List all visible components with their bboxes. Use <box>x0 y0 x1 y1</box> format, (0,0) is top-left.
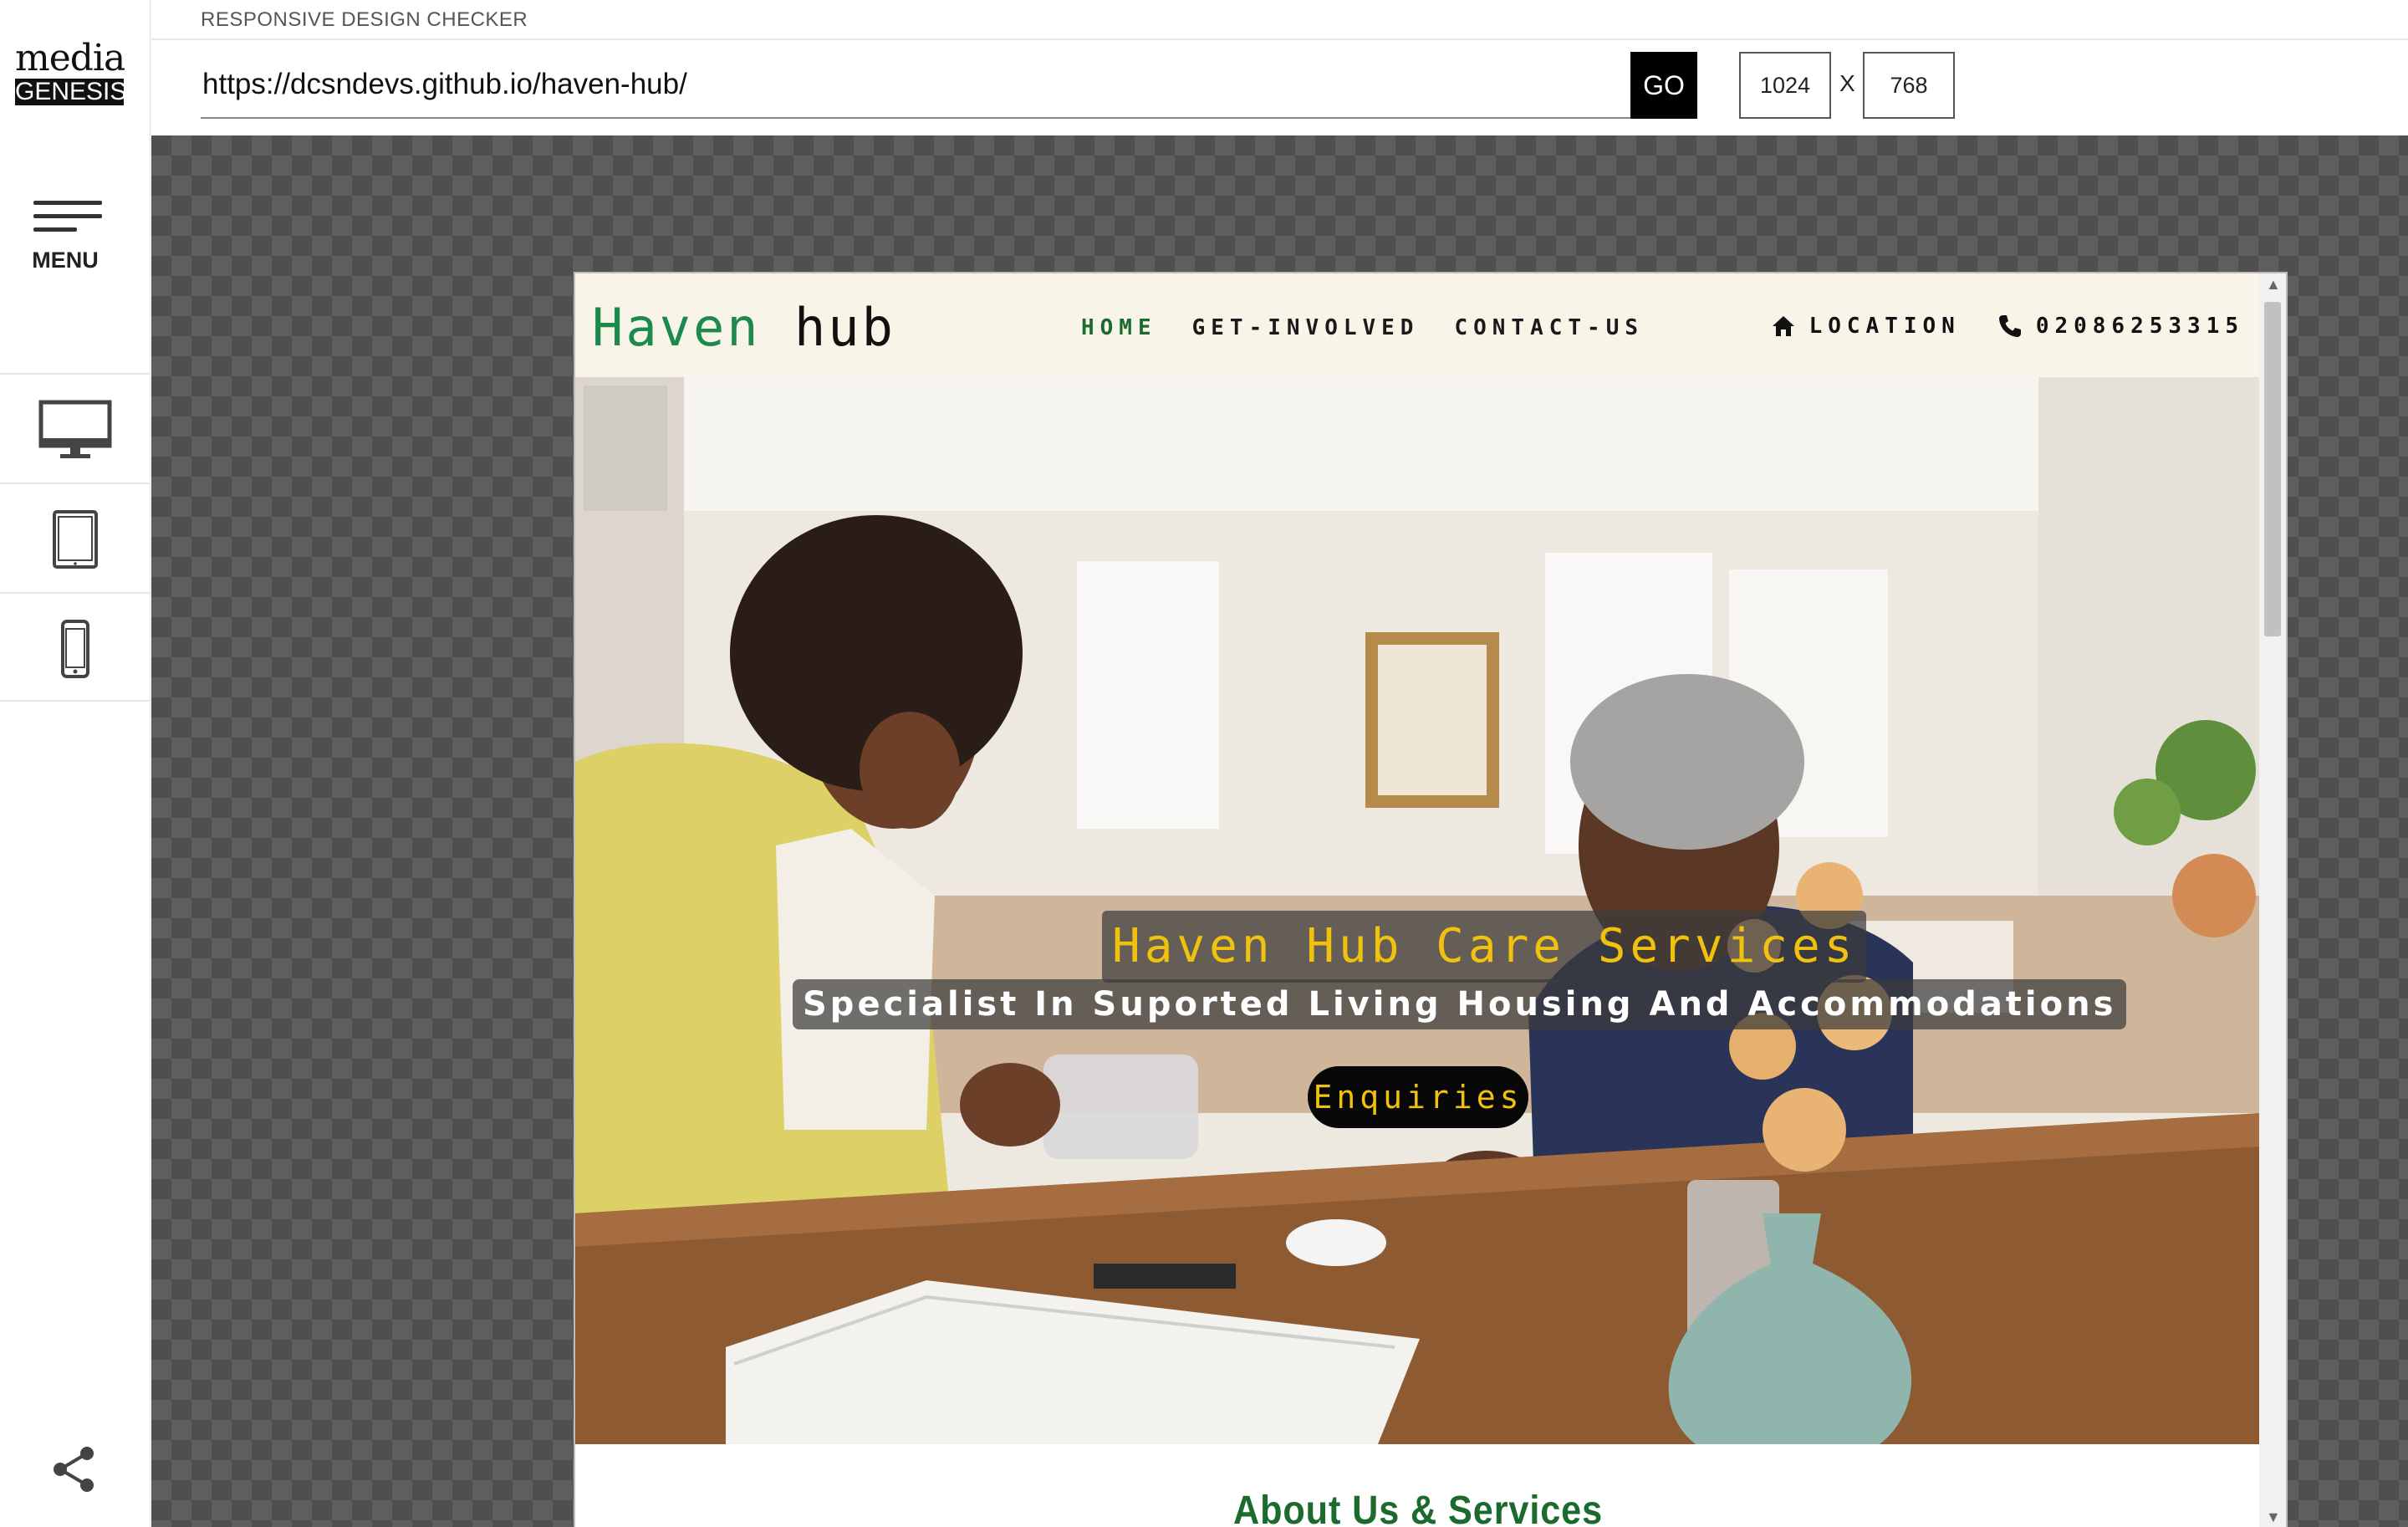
desktop-view-button[interactable] <box>0 373 150 483</box>
vertical-scroll-thumb[interactable] <box>2264 302 2281 636</box>
nav-contact-us-link[interactable]: CONTACT-US <box>1454 315 1644 340</box>
preview-stage: Haven hub HOME GET-INVOLVED CONTACT-US L… <box>151 135 2408 1527</box>
site-brand[interactable]: Haven hub <box>592 297 895 358</box>
phone-view-button[interactable] <box>0 592 150 702</box>
logo-wordmark-bottom: GENESIS <box>15 78 127 105</box>
media-genesis-logo[interactable]: media GENESIS <box>15 37 127 105</box>
height-input[interactable] <box>1863 52 1955 119</box>
nav-get-involved-link[interactable]: GET-INVOLVED <box>1192 315 1420 340</box>
title-divider <box>151 38 2408 40</box>
phone-handset-icon <box>1998 315 2021 337</box>
brand-first-word: Haven <box>592 297 761 358</box>
app-title: RESPONSIVE DESIGN CHECKER <box>201 8 528 31</box>
about-section-title: About Us & Services <box>1232 1489 1604 1527</box>
hero-section: Haven Hub Care Services Specialist In Su… <box>575 377 2261 1444</box>
site-nav-links: HOME GET-INVOLVED CONTACT-US <box>1081 315 1644 340</box>
home-icon <box>1772 316 1794 336</box>
width-input[interactable] <box>1739 52 1831 119</box>
phone-icon <box>61 620 89 678</box>
tablet-view-button[interactable] <box>0 483 150 592</box>
hero-title: Haven Hub Care Services <box>1102 911 1867 983</box>
scroll-down-arrow-icon[interactable]: ▼ <box>2266 1509 2281 1524</box>
phone-number-link[interactable]: 02086253315 <box>2036 314 2244 339</box>
location-link[interactable]: LOCATION <box>1809 314 1961 339</box>
menu-label: MENU <box>32 248 99 273</box>
go-button[interactable]: GO <box>1630 52 1697 119</box>
nav-contact-info: LOCATION 02086253315 <box>1771 314 2244 339</box>
hero-subtitle: Specialist In Suported Living Housing An… <box>793 979 2127 1029</box>
preview-frame[interactable]: Haven hub HOME GET-INVOLVED CONTACT-US L… <box>574 272 2288 1527</box>
enquiries-button[interactable]: Enquiries <box>1308 1066 1528 1128</box>
sidebar: media GENESIS MENU <box>0 0 150 1527</box>
desktop-icon <box>38 400 112 458</box>
brand-second-word: hub <box>793 297 895 358</box>
tablet-icon <box>53 510 98 569</box>
logo-wordmark-top: media <box>15 37 125 79</box>
menu-button[interactable]: MENU <box>18 197 119 281</box>
share-icon[interactable] <box>50 1445 99 1494</box>
nav-home-link[interactable]: HOME <box>1081 315 1157 340</box>
site-navbar: Haven hub HOME GET-INVOLVED CONTACT-US L… <box>575 273 2261 377</box>
dimension-separator: X <box>1839 70 1855 96</box>
scroll-up-arrow-icon[interactable]: ▲ <box>2266 277 2281 292</box>
vertical-scrollbar[interactable]: ▲ ▼ <box>2259 273 2286 1527</box>
url-input[interactable] <box>201 52 1630 119</box>
hamburger-icon <box>33 201 102 239</box>
